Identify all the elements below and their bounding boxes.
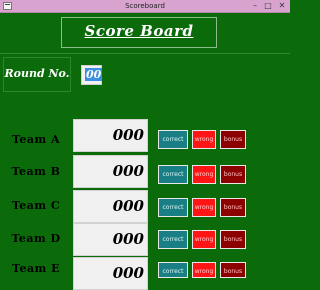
team-b-label: Team B: [11, 165, 61, 178]
minimize-button[interactable]: –: [249, 0, 261, 12]
team-c-wrong-button[interactable]: wrong: [192, 198, 216, 217]
team-e-correct-button[interactable]: correct: [158, 262, 188, 278]
team-a-score-field[interactable]: 000: [73, 119, 148, 152]
team-c-label: Team C: [11, 199, 61, 212]
header-panel: Score Board: [61, 17, 217, 48]
divider: [0, 53, 290, 54]
team-d-wrong-button[interactable]: wrong: [192, 230, 216, 249]
team-c-score: 000: [112, 197, 144, 215]
team-a-correct-button[interactable]: correct: [158, 130, 188, 149]
page-title: Score Board: [84, 22, 194, 40]
team-a-wrong-button[interactable]: wrong: [192, 130, 216, 149]
team-d-correct-button[interactable]: correct: [158, 230, 188, 249]
team-e-score-field[interactable]: 000: [73, 257, 148, 290]
team-d-score: 000: [112, 230, 144, 248]
team-e-label: Team E: [12, 262, 60, 275]
team-a-bonus-button[interactable]: bonus: [220, 130, 246, 149]
window-title: Scoreboard: [125, 2, 165, 10]
team-d-bonus-button[interactable]: bonus: [220, 230, 246, 249]
team-d-label: Team D: [11, 232, 61, 245]
team-d-score-field[interactable]: 000: [73, 223, 148, 256]
maximize-button[interactable]: □: [262, 0, 274, 12]
round-number-value: 00: [85, 68, 103, 81]
team-c-correct-button[interactable]: correct: [158, 198, 188, 217]
team-c-bonus-button[interactable]: bonus: [220, 198, 246, 217]
team-e-score: 000: [112, 264, 144, 282]
title-bar: Scoreboard – □ ✕: [0, 0, 290, 13]
team-b-bonus-button[interactable]: bonus: [220, 165, 246, 184]
close-button[interactable]: ✕: [276, 0, 288, 12]
team-b-score: 000: [112, 162, 144, 180]
team-a-score: 000: [112, 126, 144, 144]
team-c-score-field[interactable]: 000: [73, 190, 148, 223]
team-b-wrong-button[interactable]: wrong: [192, 165, 216, 184]
team-a-label: Team A: [11, 133, 61, 146]
team-e-wrong-button[interactable]: wrong: [192, 262, 216, 278]
team-e-bonus-button[interactable]: bonus: [220, 262, 246, 278]
round-label-box: Round No.: [3, 57, 71, 92]
team-b-correct-button[interactable]: correct: [158, 165, 188, 184]
team-b-score-field[interactable]: 000: [73, 155, 148, 188]
round-number-field[interactable]: 00: [81, 65, 103, 85]
round-label: Round No.: [4, 67, 70, 80]
